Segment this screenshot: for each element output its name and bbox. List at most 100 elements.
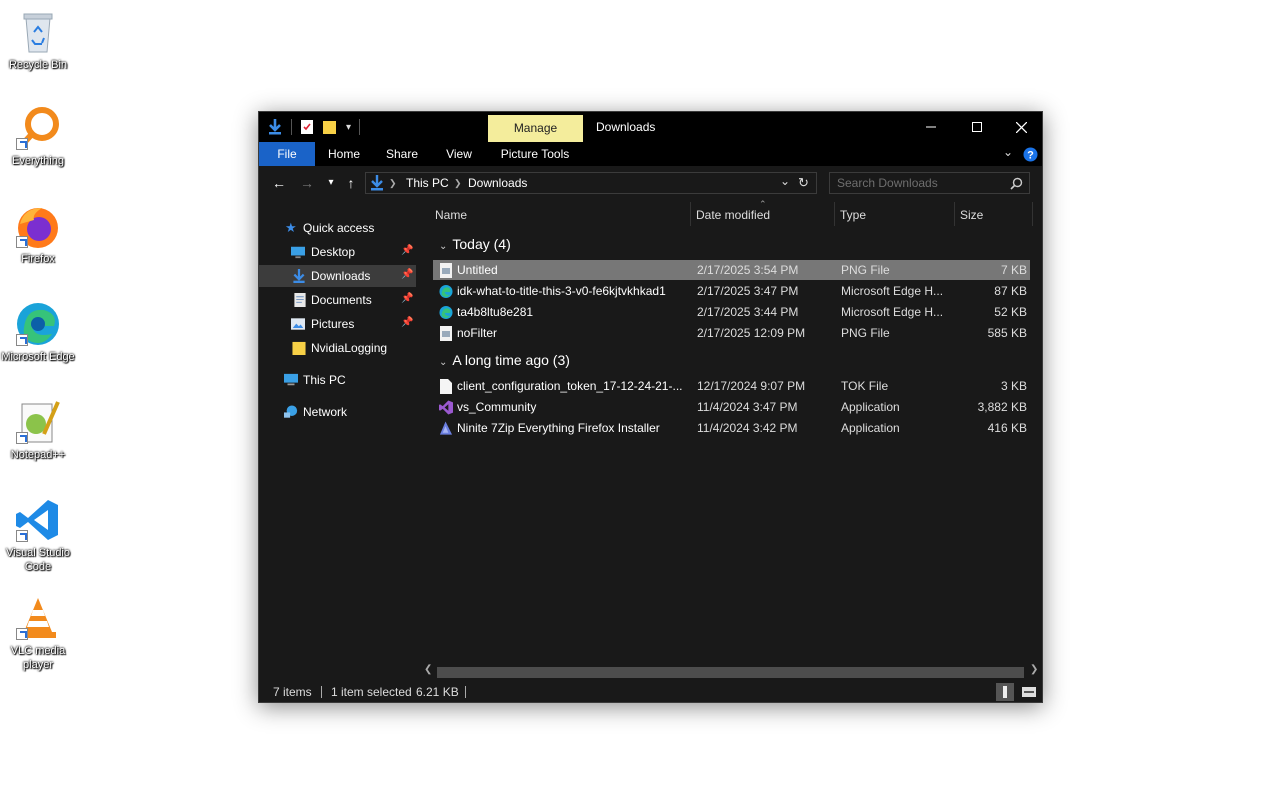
file-row-idk-what-to-title[interactable]: idk-what-to-title-this-3-v0-fe6kjtvkhkad… (433, 281, 1030, 301)
expand-ribbon-chevron-icon[interactable]: ⌄ (1003, 145, 1013, 159)
pin-icon[interactable]: 📌 (401, 293, 413, 304)
desktop-icon-label: Everything (12, 155, 64, 167)
details-view-button[interactable] (996, 683, 1014, 701)
group-label: Today (4) (452, 236, 511, 252)
close-button[interactable] (998, 112, 1042, 142)
nav-network[interactable]: Network (259, 401, 416, 423)
group-header-today[interactable]: ⌄ Today (4) (439, 236, 511, 252)
nav-item-nvidialogging[interactable]: NvidiaLogging (259, 337, 416, 359)
pin-icon[interactable]: 📌 (401, 269, 413, 280)
scroll-left-icon[interactable]: ❮ (424, 664, 432, 675)
shortcut-arrow-icon (16, 138, 28, 150)
desktop-icon-microsoft-edge[interactable]: Microsoft Edge (0, 300, 76, 364)
file-type: Application (841, 421, 900, 435)
column-divider[interactable] (834, 202, 835, 226)
scrollbar-thumb[interactable] (437, 667, 1024, 678)
column-header-type[interactable]: Type (840, 208, 866, 222)
pin-icon[interactable]: 📌 (401, 317, 413, 328)
desktop-icon-everything[interactable]: Everything (0, 104, 76, 168)
up-button[interactable]: ↑ (341, 174, 361, 192)
shortcut-arrow-icon (16, 432, 28, 444)
tab-share[interactable]: Share (381, 142, 423, 166)
pictures-icon (291, 318, 305, 330)
network-icon (284, 405, 298, 418)
nav-item-downloads[interactable]: Downloads 📌 (259, 265, 416, 287)
file-name: noFilter (457, 326, 498, 340)
tab-file[interactable]: File (259, 142, 315, 166)
status-divider (465, 686, 466, 698)
column-divider[interactable] (690, 202, 691, 226)
file-type: PNG File (841, 326, 890, 340)
maximize-button[interactable] (954, 112, 1000, 142)
properties-icon[interactable] (300, 119, 314, 135)
refresh-icon[interactable]: ↻ (798, 175, 809, 191)
toolbar-divider (359, 119, 361, 135)
new-folder-icon[interactable] (322, 119, 338, 135)
file-name: Untitled (457, 263, 498, 277)
file-row-ta4b8ltu8e281[interactable]: ta4b8ltu8e281 2/17/2025 3:44 PM Microsof… (433, 302, 1030, 322)
breadcrumb-this-pc[interactable]: This PC (406, 176, 449, 190)
file-row-vs-community[interactable]: vs_Community 11/4/2024 3:47 PM Applicati… (433, 397, 1030, 417)
minimize-button[interactable] (908, 112, 954, 142)
file-row-nofilter[interactable]: noFilter 2/17/2025 12:09 PM PNG File 585… (433, 323, 1030, 343)
column-divider[interactable] (1032, 202, 1033, 226)
desktop-icon-firefox[interactable]: Firefox (0, 202, 76, 266)
desktop-icon-notepadpp[interactable]: Notepad++ (0, 398, 76, 462)
tab-home[interactable]: Home (323, 142, 365, 166)
shortcut-arrow-icon (16, 530, 28, 542)
column-header-name[interactable]: Name (435, 208, 467, 222)
pin-icon[interactable]: 📌 (401, 245, 413, 256)
forward-button[interactable]: → (297, 174, 317, 192)
tab-manage[interactable]: Manage (488, 115, 583, 142)
large-icons-view-button[interactable] (1020, 683, 1038, 701)
file-name: Ninite 7Zip Everything Firefox Installer (457, 421, 660, 435)
nav-this-pc[interactable]: This PC (259, 369, 416, 391)
large-icons-view-icon (1022, 687, 1036, 697)
file-explorer-window: ▾ Manage Downloads File Home Share View … (258, 111, 1043, 703)
ribbon-tab-bar: File Home Share View Picture Tools ⌄ ? (259, 142, 1042, 166)
quick-access-toolbar: ▾ (267, 118, 361, 136)
address-history-chevron-icon[interactable]: ⌄ (780, 174, 790, 188)
edge-html-icon (439, 284, 453, 299)
nav-label: Network (303, 405, 348, 419)
desktop-icon-vscode[interactable]: Visual Studio Code (0, 496, 76, 574)
breadcrumb-downloads[interactable]: Downloads (468, 176, 527, 190)
everything-search-icon (14, 104, 62, 152)
shortcut-arrow-icon (16, 628, 28, 640)
navigation-pane: ★ Quick access Desktop 📌 Downloads 📌 Doc… (259, 200, 416, 678)
minimize-icon (926, 126, 936, 128)
file-size: 416 KB (987, 421, 1027, 435)
column-divider[interactable] (954, 202, 955, 226)
help-icon[interactable]: ? (1023, 147, 1038, 162)
search-input[interactable] (837, 176, 1007, 190)
nav-quick-access[interactable]: ★ Quick access (259, 217, 416, 239)
customize-toolbar-chevron-icon[interactable]: ▾ (346, 122, 351, 133)
horizontal-scrollbar[interactable]: ❮ ❯ (419, 664, 1042, 680)
recent-locations-chevron-icon[interactable]: ▾ (321, 174, 341, 192)
title-bar[interactable]: ▾ Manage Downloads (259, 112, 1042, 142)
nav-item-desktop[interactable]: Desktop 📌 (259, 241, 416, 263)
window-title: Downloads (596, 120, 656, 134)
tab-picture-tools[interactable]: Picture Tools (495, 142, 575, 166)
group-header-long-time-ago[interactable]: ⌄ A long time ago (3) (439, 352, 570, 368)
column-header-date[interactable]: Date modified (696, 208, 770, 222)
file-row-client-configuration-token[interactable]: client_configuration_token_17-12-24-21-.… (433, 376, 1030, 396)
nav-item-pictures[interactable]: Pictures 📌 (259, 313, 416, 335)
file-row-ninite-installer[interactable]: Ninite 7Zip Everything Firefox Installer… (433, 418, 1030, 438)
column-header-size[interactable]: Size (960, 208, 983, 222)
desktop-icon-vlc[interactable]: VLC media player (0, 594, 76, 672)
address-bar[interactable]: ❯ This PC ❯ Downloads ⌄ ↻ (365, 172, 817, 194)
desktop-icon-recycle-bin[interactable]: Recycle Bin (0, 8, 76, 72)
search-box[interactable] (829, 172, 1030, 194)
tab-view[interactable]: View (439, 142, 479, 166)
file-name: ta4b8ltu8e281 (457, 305, 534, 319)
png-file-icon (440, 326, 452, 341)
file-row-untitled[interactable]: Untitled 2/17/2025 3:54 PM PNG File 7 KB (433, 260, 1030, 280)
file-date: 2/17/2025 3:44 PM (697, 305, 799, 319)
shortcut-arrow-icon (16, 334, 28, 346)
scroll-right-icon[interactable]: ❯ (1030, 664, 1038, 675)
recycle-bin-icon (14, 8, 62, 56)
nav-item-documents[interactable]: Documents 📌 (259, 289, 416, 311)
visual-studio-icon (439, 400, 453, 415)
back-button[interactable]: ← (269, 174, 289, 192)
